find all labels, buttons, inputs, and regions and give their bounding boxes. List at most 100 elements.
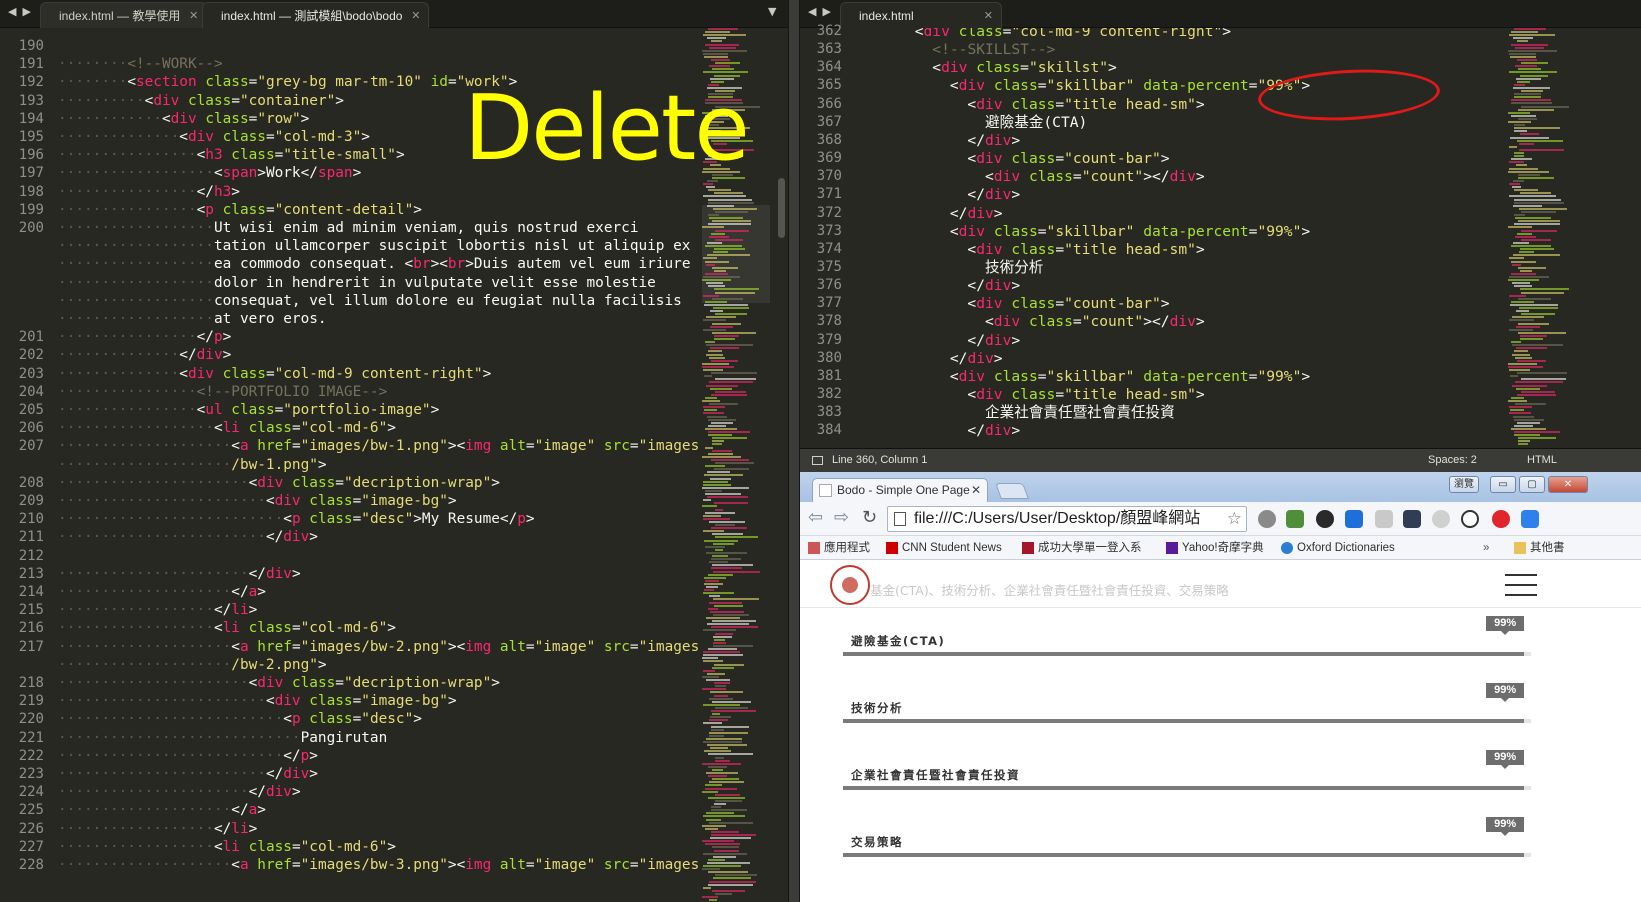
scrollbar-thumb[interactable] — [778, 178, 785, 238]
code-line[interactable]: ····················/bw-1.png"> — [58, 456, 327, 475]
code-line[interactable]: ··················</li> — [58, 820, 257, 839]
code-line[interactable]: </div> — [862, 349, 1003, 368]
code-line[interactable]: ······················<div class="decrip… — [58, 674, 500, 693]
code-line[interactable]: ··················<li class="col-md-6"> — [58, 838, 396, 857]
code-line[interactable]: <div class="count"></div> — [862, 312, 1205, 331]
code-line[interactable]: ··················<li class="col-md-6"> — [58, 619, 396, 638]
panel-toggle-icon[interactable] — [812, 456, 823, 465]
code-line[interactable]: ························</div> — [58, 765, 318, 784]
code-line[interactable]: </div> — [862, 131, 1020, 150]
bookmark-cnn[interactable]: CNN Student News — [886, 540, 1002, 556]
code-line[interactable]: ··················</li> — [58, 601, 257, 620]
code-line[interactable]: ························<div class="imag… — [58, 492, 457, 511]
close-icon[interactable]: ✕ — [189, 3, 198, 29]
code-line[interactable]: ····················/bw-2.png"> — [58, 656, 327, 675]
code-line[interactable]: ························<div class="imag… — [58, 692, 457, 711]
code-line[interactable]: </div> — [862, 204, 1003, 223]
reload-icon[interactable]: ↻ — [862, 507, 877, 528]
code-line[interactable]: ················</p> — [58, 328, 231, 347]
close-window-button[interactable]: ✕ — [1548, 476, 1588, 493]
vertical-scrollbar[interactable] — [776, 28, 788, 902]
code-line[interactable]: <div class="title head-sm"> — [862, 95, 1204, 114]
tab-index-html[interactable]: index.html ✕ — [840, 2, 1002, 28]
cursor-position[interactable]: Line 360, Column 1 — [832, 449, 927, 472]
minimize-button[interactable]: ▭ — [1490, 476, 1516, 493]
maximize-button[interactable]: ▢ — [1519, 476, 1545, 493]
hamburger-menu-icon[interactable] — [1505, 574, 1537, 596]
extension-icon-3[interactable] — [1316, 510, 1334, 528]
code-line[interactable]: <!--SKILLST--> — [862, 40, 1055, 59]
code-line[interactable]: ··············<div class="col-md-9 conte… — [58, 365, 491, 384]
browser-tab[interactable]: Bodo - Simple One Page ✕ — [812, 478, 988, 502]
code-line[interactable]: ····························Pangirutan — [58, 729, 387, 748]
code-line[interactable]: <div class="count-bar"> — [862, 149, 1169, 168]
code-line[interactable]: ········<!--WORK--> — [58, 55, 223, 74]
close-tab-icon[interactable]: ✕ — [971, 479, 981, 502]
code-line[interactable]: ····················<a href="images/bw-2… — [58, 638, 699, 657]
code-line[interactable]: <div class="count-bar"> — [862, 294, 1169, 313]
tab-index-teaching[interactable]: index.html — 教學使用 ✕ — [40, 2, 208, 29]
code-line[interactable]: ······················</div> — [58, 565, 301, 584]
extension-icon-6[interactable] — [1403, 510, 1421, 528]
code-line[interactable]: ············<div class="row"> — [58, 110, 309, 129]
site-logo[interactable] — [830, 565, 870, 605]
bookmarks-overflow-icon[interactable]: » — [1483, 540, 1489, 556]
code-line[interactable]: ··················at vero eros. — [58, 310, 327, 329]
code-line[interactable]: </div> — [862, 421, 1020, 440]
forward-arrow-icon[interactable]: ⇨ — [834, 507, 849, 528]
close-icon[interactable]: ✕ — [411, 3, 420, 29]
code-line[interactable]: ················<h3 class="title-small"> — [58, 146, 405, 165]
tab-index-bodo[interactable]: index.html — 測試模組\bodo\bodo ✕ — [202, 2, 430, 29]
extension-icon-1[interactable] — [1258, 510, 1276, 528]
syntax-setting[interactable]: HTML — [1527, 449, 1557, 472]
code-line[interactable]: ········<section class="grey-bg mar-tm-1… — [58, 73, 517, 92]
indentation-setting[interactable]: Spaces: 2 — [1428, 449, 1477, 472]
close-icon[interactable]: ✕ — [984, 3, 993, 29]
code-line[interactable]: ··················<li class="col-md-6"> — [58, 419, 396, 438]
bookmark-yahoo[interactable]: Yahoo!奇摩字典 — [1166, 540, 1264, 556]
code-line[interactable]: </div> — [862, 331, 1020, 350]
code-line[interactable]: 技術分析 — [862, 258, 1043, 277]
back-arrow-icon[interactable]: ⇦ — [808, 507, 823, 528]
code-line[interactable]: <div class="title head-sm"> — [862, 240, 1204, 259]
code-line[interactable]: </div> — [862, 276, 1020, 295]
window-switch-button[interactable]: 瀏覽 — [1449, 476, 1479, 493]
code-line[interactable]: <div class="skillst"> — [862, 58, 1117, 77]
bookmark-ncku[interactable]: 成功大學單一登入系 — [1022, 540, 1142, 556]
other-bookmarks[interactable]: 其他書 — [1514, 540, 1565, 556]
extension-tjd-icon[interactable] — [1345, 510, 1363, 528]
new-tab-button[interactable] — [995, 483, 1029, 499]
code-line[interactable]: <div class="col-md-9 content-right"> — [862, 28, 1231, 41]
code-line[interactable]: ······················</div> — [58, 783, 301, 802]
extension-icon-10[interactable] — [1521, 510, 1539, 528]
address-bar[interactable]: file:///C:/Users/User/Desktop/顏盟峰網站 ☆ — [887, 506, 1247, 532]
bookmark-oxford[interactable]: Oxford Dictionaries — [1281, 540, 1395, 556]
code-line[interactable]: ····················<a href="images/bw-3… — [58, 856, 699, 875]
code-line[interactable]: ··················<span>Work</span> — [58, 164, 361, 183]
code-line[interactable]: </div> — [862, 185, 1020, 204]
code-line[interactable]: ················</h3> — [58, 183, 240, 202]
code-line[interactable]: ······················<div class="decrip… — [58, 474, 500, 493]
tab-scroll-arrows-icon[interactable]: ◀▶ — [8, 5, 37, 18]
code-line[interactable]: ··················Ut wisi enim ad minim … — [58, 219, 638, 238]
pane-divider[interactable] — [788, 0, 800, 902]
code-line[interactable]: ··························<p class="desc… — [58, 510, 535, 529]
bookmark-star-icon[interactable]: ☆ — [1227, 507, 1242, 531]
code-line[interactable]: ····················</a> — [58, 801, 266, 820]
code-line[interactable]: <div class="count"></div> — [862, 167, 1205, 186]
code-line[interactable]: ··························<p class="desc… — [58, 710, 422, 729]
code-line[interactable]: ························</div> — [58, 528, 318, 547]
code-line[interactable]: <div class="skillbar" data-percent="99%"… — [862, 367, 1310, 386]
code-line[interactable]: <div class="title head-sm"> — [862, 385, 1204, 404]
code-line[interactable]: 企業社會責任暨社會責任投資 — [862, 403, 1175, 422]
code-line[interactable]: ··················consequat, vel illum d… — [58, 292, 682, 311]
code-line[interactable]: ··························</p> — [58, 747, 318, 766]
code-line[interactable]: 避險基金(CTA) — [862, 113, 1087, 132]
code-line[interactable]: ····················<a href="images/bw-1… — [58, 437, 699, 456]
tab-menu-chevron-icon[interactable]: ▼ — [768, 5, 776, 18]
code-line[interactable]: ··············</div> — [58, 346, 231, 365]
code-line[interactable]: ··················ea commodo consequat. … — [58, 255, 690, 274]
code-line[interactable]: <div class="skillbar" data-percent="99%"… — [862, 76, 1310, 95]
extension-icon-7[interactable] — [1432, 510, 1450, 528]
code-line[interactable]: ····················</a> — [58, 583, 266, 602]
